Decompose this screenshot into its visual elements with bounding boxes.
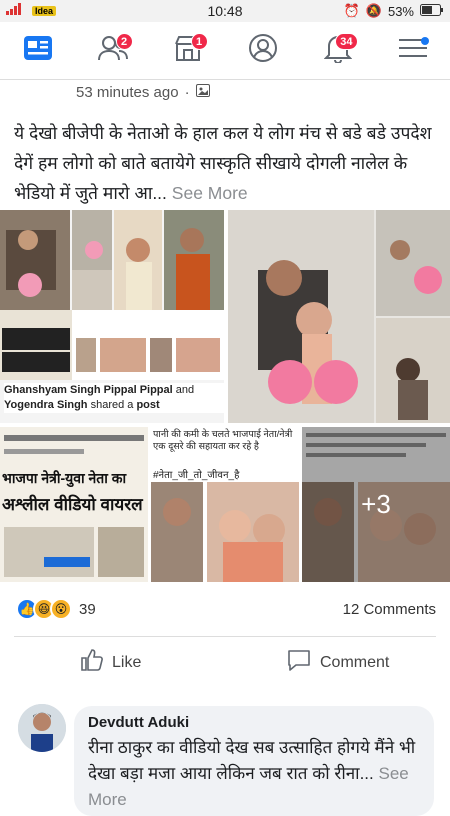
photo-2[interactable] <box>228 210 450 423</box>
post-text: ये देखो बीजेपी के नेताओ के हाल कल ये लोग… <box>14 118 439 208</box>
menu-new-dot <box>420 36 429 45</box>
alarm-icon: ⏰ <box>343 3 360 18</box>
profile-tab[interactable] <box>243 31 283 71</box>
more-photos-overlay[interactable]: +3 <box>302 427 450 582</box>
notifications-badge: 34 <box>335 32 358 50</box>
separator-dot: · <box>184 84 190 101</box>
newspaper-tag: #नेता_जी_तो_जीवन_है <box>153 470 240 481</box>
divider <box>14 636 436 637</box>
photo-3-art <box>4 435 144 577</box>
like-label: Like <box>112 653 142 671</box>
photo-1[interactable]: Ghanshyam Singh Pippal Pippal and Yogend… <box>0 210 224 423</box>
comment-count[interactable]: 12 Comments <box>343 601 436 618</box>
thumbs-up-icon <box>80 648 104 677</box>
profile-icon <box>248 33 278 68</box>
battery-percent: 53% <box>387 3 414 19</box>
privacy-icon <box>195 84 210 101</box>
avatar-art <box>18 704 66 752</box>
news-feed-tab[interactable] <box>18 31 58 71</box>
shared-by-caption: Ghanshyam Singh Pippal Pippal and Yogend… <box>4 383 224 413</box>
photo-2-art <box>228 210 450 423</box>
comment-text-wrap: रीना ठाकुर का वीडियो देख सब उत्साहित होग… <box>88 735 420 813</box>
like-button[interactable]: Like <box>80 648 141 677</box>
reaction-summary: 👍 😆 😮 39 12 Comments <box>0 594 450 624</box>
top-nav: 2 1 34 <box>0 22 450 80</box>
comment-label: Comment <box>320 653 390 671</box>
commenter-avatar[interactable] <box>18 704 66 752</box>
mute-icon: 🔕 <box>365 3 382 18</box>
photo-5[interactable]: +3 <box>302 427 450 582</box>
photo-4-art <box>151 482 299 582</box>
comment-button[interactable]: Comment <box>286 648 389 677</box>
status-right: ⏰ 🔕 53% <box>344 3 444 19</box>
post-meta: 53 minutes ago · <box>76 84 210 101</box>
post-actions: Like Comment <box>0 648 450 684</box>
battery-icon <box>420 3 444 19</box>
see-more-link[interactable]: See More <box>167 183 248 203</box>
friends-tab[interactable]: 2 <box>93 31 133 71</box>
comment-item: Devdutt Aduki रीना ठाकुर का वीडियो देख स… <box>0 700 450 816</box>
newspaper-caption: पानी की कमी के चलते भाजपाई नेता/नेत्री ए… <box>153 429 293 452</box>
shared-name-2[interactable]: Yogendra Singh <box>4 399 88 411</box>
shared-post-link[interactable]: post <box>136 399 159 411</box>
marketplace-badge: 1 <box>190 32 208 50</box>
menu-tab[interactable] <box>393 31 433 71</box>
friends-badge: 2 <box>115 32 133 50</box>
wow-reaction-icon: 😮 <box>50 598 72 620</box>
notifications-tab[interactable]: 34 <box>318 31 358 71</box>
reaction-icons[interactable]: 👍 😆 😮 <box>16 598 72 620</box>
commenter-name[interactable]: Devdutt Aduki <box>88 714 420 731</box>
photo-4[interactable]: पानी की कमी के चलते भाजपाई नेता/नेत्री ए… <box>151 427 299 582</box>
post-time[interactable]: 53 minutes ago <box>76 84 179 101</box>
comment-bubble-icon <box>286 648 312 677</box>
news-feed-icon <box>23 35 53 66</box>
comment-text: रीना ठाकुर का वीडियो देख सब उत्साहित होग… <box>88 738 416 783</box>
reaction-count[interactable]: 39 <box>79 601 96 618</box>
shared-name-1[interactable]: Ghanshyam Singh Pippal Pippal <box>4 384 173 396</box>
marketplace-tab[interactable]: 1 <box>168 31 208 71</box>
status-bar: Idea 10:48 ⏰ 🔕 53% <box>0 0 450 22</box>
photo-3[interactable]: भाजपा नेत्री-युवा नेता का अश्लील वीडियो … <box>0 427 148 582</box>
photo-grid: Ghanshyam Singh Pippal Pippal and Yogend… <box>0 210 450 582</box>
